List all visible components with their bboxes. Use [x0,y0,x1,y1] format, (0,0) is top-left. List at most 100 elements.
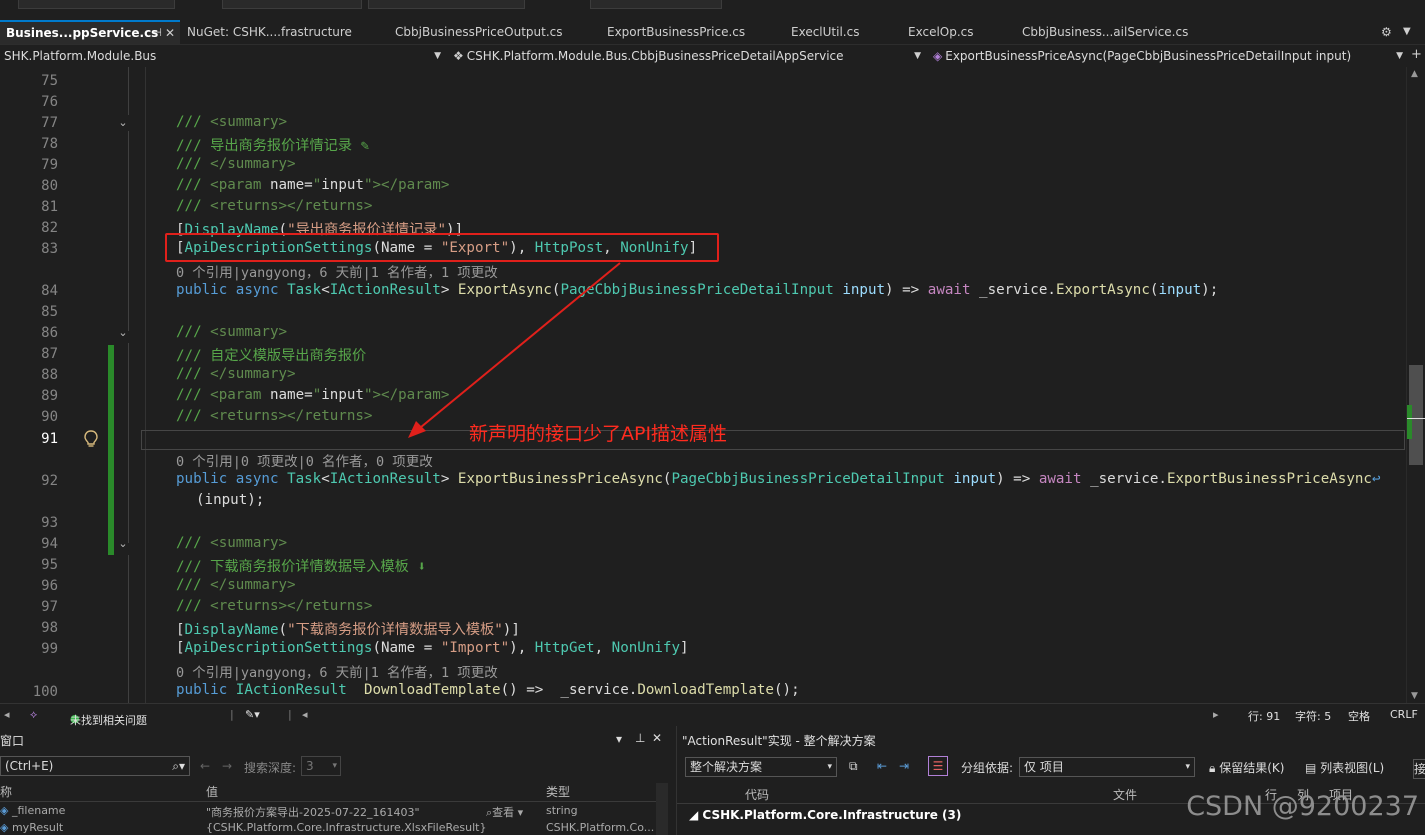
table-row[interactable]: ◈ _filename [0,804,65,817]
editor-scrollbar[interactable]: ▲ ▼ [1406,67,1425,703]
forward-arrow-icon[interactable]: → [222,759,232,773]
panel-title: 窗口 [0,734,25,748]
code-line-81: /// <returns></returns> [176,198,373,214]
code-line-100: public IActionResult DownloadTemplate() … [176,682,800,698]
fold-chevron-icon[interactable]: ⌄ [117,538,129,550]
line-number: 100 [32,684,58,700]
line-number: 98 [41,620,58,636]
scroll-right-icon[interactable]: ▸ [1213,708,1219,721]
tab-execl-util[interactable]: ExeclUtil.cs [785,20,901,44]
code-editor[interactable]: 75 76 77 78 79 80 81 82 83 84 85 86 87 8… [0,67,1406,703]
copilot-icon[interactable]: ⟡ [30,708,37,722]
list-view-button[interactable]: ▤ 列表视图(L) [1305,759,1384,776]
toolbar-combo-4[interactable] [590,0,722,9]
line-number: 99 [41,641,58,657]
col-header-value[interactable]: 值 [206,783,218,800]
toolbar-combo-2[interactable] [222,0,362,9]
scroll-left-icon[interactable]: ◂ [302,708,308,721]
brush-icon[interactable]: ✎▾ [245,708,260,721]
col-header-code[interactable]: 代码 [745,786,769,803]
col-header-name[interactable]: 称 [0,783,12,800]
line-number: 75 [41,73,58,89]
codelens-references[interactable]: 0 个引用|yangyong，6 天前|1 名作者，1 项更改 [176,261,498,281]
tab-label: Busines...ppService.cs [6,26,159,40]
tab-nuget[interactable]: NuGet: CSHK....frastructure [181,20,388,44]
tab-label: ExportBusinessPrice.cs [607,25,746,39]
line-number: 95 [41,557,58,573]
panel-menu-icon[interactable]: ▾ [616,732,622,746]
indent-guide [128,555,129,703]
panel-title: "ActionResult"实现 - 整个解决方案 [682,734,876,748]
view-button[interactable]: ⌕查看 ▾ [486,804,523,820]
search-input[interactable]: (Ctrl+E) ⌕▾ [0,756,190,776]
member-selector[interactable]: ◈ ExportBusinessPriceAsync(PageCbbjBusine… [929,46,1407,66]
tab-business-app-service[interactable]: Busines...ppService.cs ⊣ ✕ [0,20,180,44]
change-marker [1407,405,1412,439]
field-icon: ◈ [0,821,9,834]
project-name: SHK.Platform.Module.Bus [4,49,157,63]
editor-status-bar: ◂ ⟡ ● 未找到相关问题 | ✎▾ | ◂ ▸ 行: 91 字符: 5 空格 … [0,703,1425,727]
top-toolbar-strip [0,0,1425,20]
method-icon: ◈ [933,49,943,63]
line-number: 87 [41,346,58,362]
tab-list-dropdown-icon[interactable]: ▼ [1403,20,1417,44]
chevron-down-icon: ▼ [1396,51,1403,61]
group-by-label: 分组依据: [961,761,1014,775]
locals-scrollbar[interactable] [656,783,668,835]
codelens-references[interactable]: 0 个引用|0 项更改|0 名作者，0 项更改 [176,450,433,470]
tab-export-business-price[interactable]: ExportBusinessPrice.cs [601,20,784,44]
class-name: CSHK.Platform.Module.Bus.CbbjBusinessPri… [466,49,844,63]
col-header-file[interactable]: 文件 [1113,786,1137,803]
tab-overflow-gear-icon[interactable]: ⚙ [1381,20,1401,44]
expand-all-icon[interactable]: ⇥ [899,759,909,773]
scroll-up-icon[interactable]: ▲ [1411,69,1418,79]
tab-excel-op[interactable]: ExcelOp.cs [902,20,1015,44]
tab-price-output[interactable]: CbbjBusinessPriceOutput.cs [389,20,600,44]
filter-icon[interactable]: ☰ [928,756,948,776]
pin-icon[interactable]: ⊥ [635,731,645,745]
keep-results-button[interactable]: 🔒︎ 保留结果(K) [1209,759,1284,776]
overflow-button[interactable]: 接 [1413,759,1425,779]
eol-indicator[interactable]: CRLF [1390,708,1418,721]
line-indicator[interactable]: 行: 91 [1248,708,1280,724]
document-tab-bar: Busines...ppService.cs ⊣ ✕ NuGet: CSHK..… [0,20,1425,45]
left-arrow-icon[interactable]: ◂ [4,708,10,721]
search-depth-select[interactable]: 3 ▾ [301,756,341,776]
fold-chevron-icon[interactable]: ⌄ [117,117,129,129]
codelens-references[interactable]: 0 个引用|yangyong，6 天前|1 名作者，1 项更改 [176,661,498,681]
group-row[interactable]: ◢ CSHK.Platform.Core.Infrastructure (3) [689,808,961,822]
code-line-98: [DisplayName("下载商务报价详情数据导入模板")] [176,622,520,638]
line-number: 85 [41,304,58,320]
group-by-select[interactable]: 仅 项目 ▾ [1019,757,1195,777]
char-indicator[interactable]: 字符: 5 [1295,708,1331,724]
lightbulb-icon[interactable] [83,430,99,448]
scroll-down-icon[interactable]: ▼ [1411,691,1418,701]
indent-guide [128,343,129,543]
scope-select[interactable]: 整个解决方案 ▾ [685,757,837,777]
split-editor-icon[interactable]: + [1411,47,1422,62]
pin-icon[interactable]: ⊣ [152,22,162,44]
fold-chevron-icon[interactable]: ⌄ [117,327,129,339]
line-number: 84 [41,283,58,299]
line-number: 76 [41,94,58,110]
line-number: 90 [41,409,58,425]
class-selector[interactable]: ❖ CSHK.Platform.Module.Bus.CbbjBusinessPr… [449,46,925,66]
indent-indicator[interactable]: 空格 [1348,708,1370,724]
close-icon[interactable]: ✕ [165,22,175,44]
indent-guide [128,131,129,331]
toolbar-combo-1[interactable] [18,0,175,9]
code-line-96: /// </summary> [176,577,296,593]
back-arrow-icon[interactable]: ← [200,759,210,773]
tab-detail-service[interactable]: CbbjBusiness...ailService.cs [1016,20,1191,44]
table-row[interactable]: ◈ myResult [0,821,63,834]
project-selector[interactable]: SHK.Platform.Module.Bus ▼ [0,46,445,66]
collapse-all-icon[interactable]: ⇤ [877,759,887,773]
close-icon[interactable]: ✕ [652,731,662,745]
code-line-97: /// <returns></returns> [176,598,373,614]
copy-icon[interactable]: ⧉ [849,759,858,774]
toolbar-combo-3[interactable] [368,0,525,9]
col-header-type[interactable]: 类型 [546,783,570,800]
annotation-note: 新声明的接口少了API描述属性 [469,423,728,445]
class-icon: ❖ [453,49,464,63]
line-number: 77 [41,115,58,131]
